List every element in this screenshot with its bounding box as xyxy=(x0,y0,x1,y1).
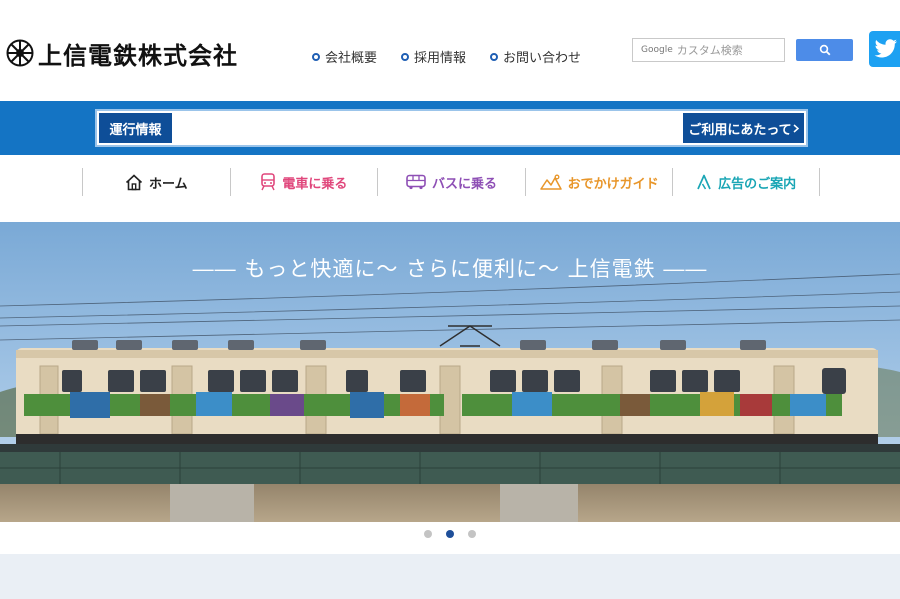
link-label: 会社概要 xyxy=(325,51,378,66)
recruitment-link[interactable]: 採用情報 xyxy=(401,47,466,66)
chevron-right-icon xyxy=(793,123,799,133)
site-header: 上信電鉄株式会社 会社概要 採用情報 お問い合わせ Google カスタム検索 xyxy=(0,0,900,101)
bullet-icon xyxy=(401,52,410,61)
nav-label: ホーム xyxy=(148,176,188,192)
home-icon xyxy=(125,173,143,190)
company-overview-link[interactable]: 会社概要 xyxy=(312,47,377,66)
nav-home[interactable]: ホーム xyxy=(82,168,230,196)
search-brand: Google xyxy=(641,45,673,55)
link-label: 採用情報 xyxy=(414,51,467,66)
advertising-icon xyxy=(697,174,711,190)
search-icon xyxy=(819,44,830,56)
nav-label: バスに乗る xyxy=(431,176,497,192)
company-name: 上信電鉄株式会社 xyxy=(38,40,238,70)
search-button[interactable] xyxy=(796,39,853,61)
usage-guide-button[interactable]: ご利用にあたって xyxy=(683,113,804,143)
nav-bus[interactable]: バスに乗る xyxy=(377,168,525,196)
hero-slider[interactable]: ―― もっと快適に～ さらに便利に～ 上信電鉄 ―― xyxy=(0,222,900,522)
nav-outing-guide[interactable]: おでかけガイド xyxy=(524,168,673,196)
nav-label: 電車に乗る xyxy=(282,176,348,192)
bullet-icon xyxy=(490,52,499,61)
slide-dot[interactable] xyxy=(468,530,476,538)
operation-info-label: 運行情報 xyxy=(99,113,172,143)
twitter-icon xyxy=(874,39,897,58)
nav-label: 広告のご案内 xyxy=(718,176,797,192)
slide-dot-active[interactable] xyxy=(446,530,454,538)
twitter-button[interactable] xyxy=(869,31,900,67)
usage-guide-label: ご利用にあたって xyxy=(688,122,792,138)
bus-icon xyxy=(406,174,426,190)
outing-guide-icon xyxy=(539,174,562,190)
bullet-icon xyxy=(312,52,320,61)
content-area-top xyxy=(0,554,900,599)
main-nav: ホーム 電車に乗る バスに乗る おでかけガイド 広告のご案内 xyxy=(82,168,820,196)
operation-info-bar: 運行情報 ご利用にあたって xyxy=(95,109,808,147)
nav-train[interactable]: 電車に乗る xyxy=(229,168,378,196)
slide-dot[interactable] xyxy=(424,530,432,538)
company-logo[interactable]: 上信電鉄株式会社 xyxy=(6,37,238,70)
train-icon xyxy=(261,173,276,191)
contact-link[interactable]: お問い合わせ xyxy=(490,47,581,66)
search-placeholder: カスタム検索 xyxy=(676,44,743,57)
nav-label: おでかけガイド xyxy=(567,176,659,192)
nav-advertising[interactable]: 広告のご案内 xyxy=(672,168,820,196)
company-emblem-icon xyxy=(6,39,34,67)
header-links: 会社概要 採用情報 お問い合わせ xyxy=(312,47,605,66)
hero-caption: ―― もっと快適に～ さらに便利に～ 上信電鉄 ―― xyxy=(192,257,708,281)
slide-indicators xyxy=(424,530,490,538)
link-label: お問い合わせ xyxy=(503,51,582,66)
search-input[interactable]: Google カスタム検索 xyxy=(632,38,785,62)
